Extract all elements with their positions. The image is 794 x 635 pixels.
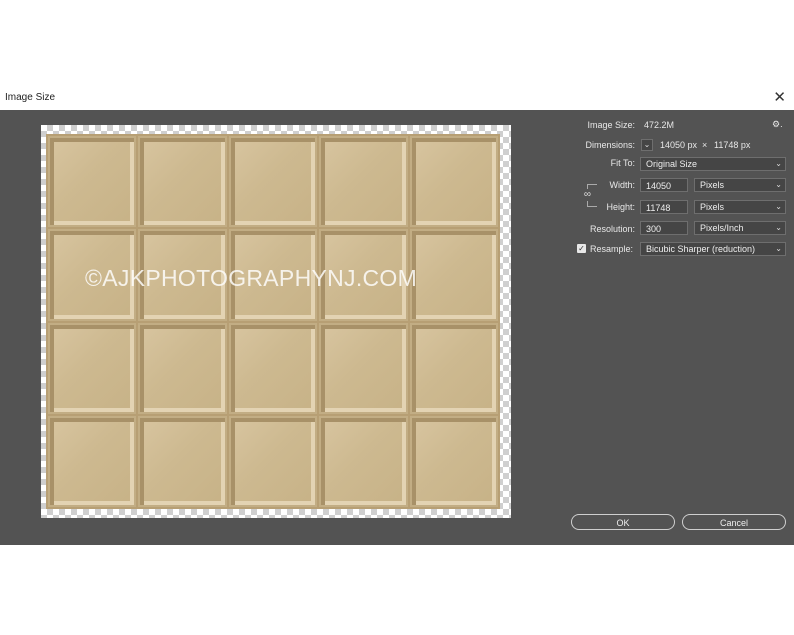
shelf-compartment bbox=[321, 417, 406, 505]
fit-to-value: Original Size bbox=[646, 159, 698, 169]
resolution-label: Resolution: bbox=[589, 224, 635, 234]
chevron-down-icon: ⌄ bbox=[775, 180, 782, 189]
height-unit-value: Pixels bbox=[700, 202, 725, 212]
shelf-compartment bbox=[140, 324, 225, 412]
checkmark-icon: ✓ bbox=[578, 244, 585, 253]
shelf-compartment bbox=[140, 417, 225, 505]
resample-label: Resample: bbox=[590, 244, 634, 254]
watermark: ©AJKPHOTOGRAPHYNJ.COM bbox=[85, 265, 418, 291]
fit-to-select[interactable]: Original Size ⌄ bbox=[640, 157, 786, 171]
dimensions-separator: × bbox=[702, 140, 708, 150]
height-input[interactable]: 11748 bbox=[640, 200, 688, 214]
width-unit-value: Pixels bbox=[700, 180, 725, 190]
title-bar: Image Size ✕ bbox=[0, 88, 794, 110]
constrain-bracket-bottom bbox=[587, 206, 597, 207]
chevron-down-icon: ⌄ bbox=[643, 140, 651, 149]
dimensions-label: Dimensions: bbox=[585, 140, 635, 150]
ok-button[interactable]: OK bbox=[571, 514, 675, 530]
dimensions-dropdown[interactable]: ⌄ bbox=[641, 139, 653, 151]
shelf-compartment bbox=[50, 138, 135, 226]
shelf-compartment bbox=[50, 324, 135, 412]
chevron-down-icon: ⌄ bbox=[775, 159, 782, 168]
resample-value: Bicubic Sharper (reduction) bbox=[646, 244, 756, 254]
gear-icon[interactable]: ⚙. bbox=[772, 119, 783, 130]
shelf-compartment bbox=[230, 417, 316, 505]
width-input[interactable]: 14050 bbox=[640, 178, 688, 192]
height-label: Height: bbox=[606, 202, 635, 212]
shelf-frame bbox=[46, 134, 500, 509]
fit-to-label: Fit To: bbox=[610, 158, 635, 168]
shelf-compartment bbox=[411, 324, 496, 412]
width-label: Width: bbox=[609, 180, 635, 190]
resolution-input[interactable]: 300 bbox=[640, 221, 688, 235]
image-size-value: 472.2M bbox=[644, 120, 675, 130]
resample-select[interactable]: Bicubic Sharper (reduction) ⌄ bbox=[640, 242, 786, 256]
chevron-down-icon: ⌄ bbox=[775, 244, 782, 253]
shelf-compartment bbox=[411, 138, 496, 226]
chevron-down-icon: ⌄ bbox=[775, 223, 782, 232]
height-unit-select[interactable]: Pixels ⌄ bbox=[694, 200, 786, 214]
shelf-compartment bbox=[230, 138, 316, 226]
width-unit-select[interactable]: Pixels ⌄ bbox=[694, 178, 786, 192]
chevron-down-icon: ⌄ bbox=[775, 202, 782, 211]
cancel-button[interactable]: Cancel bbox=[682, 514, 786, 530]
shelf-compartment bbox=[140, 138, 225, 226]
shelf-compartment bbox=[411, 231, 496, 319]
window-title: Image Size bbox=[5, 92, 56, 103]
resolution-unit-value: Pixels/Inch bbox=[700, 223, 744, 233]
resample-checkbox[interactable]: ✓ bbox=[577, 244, 586, 253]
shelf-compartment bbox=[321, 324, 406, 412]
shelf-compartment bbox=[230, 324, 316, 412]
shelf-compartment bbox=[411, 417, 496, 505]
shelf-compartment bbox=[50, 417, 135, 505]
dimensions-width: 14050 px bbox=[660, 140, 698, 150]
constrain-bracket-top bbox=[587, 184, 597, 185]
dimensions-height: 11748 px bbox=[714, 140, 751, 150]
image-size-label: Image Size: bbox=[587, 120, 635, 130]
resolution-unit-select[interactable]: Pixels/Inch ⌄ bbox=[694, 221, 786, 235]
link-icon[interactable]: ∞ bbox=[583, 189, 592, 201]
close-icon[interactable]: ✕ bbox=[773, 89, 786, 107]
shelf-compartment bbox=[321, 138, 406, 226]
